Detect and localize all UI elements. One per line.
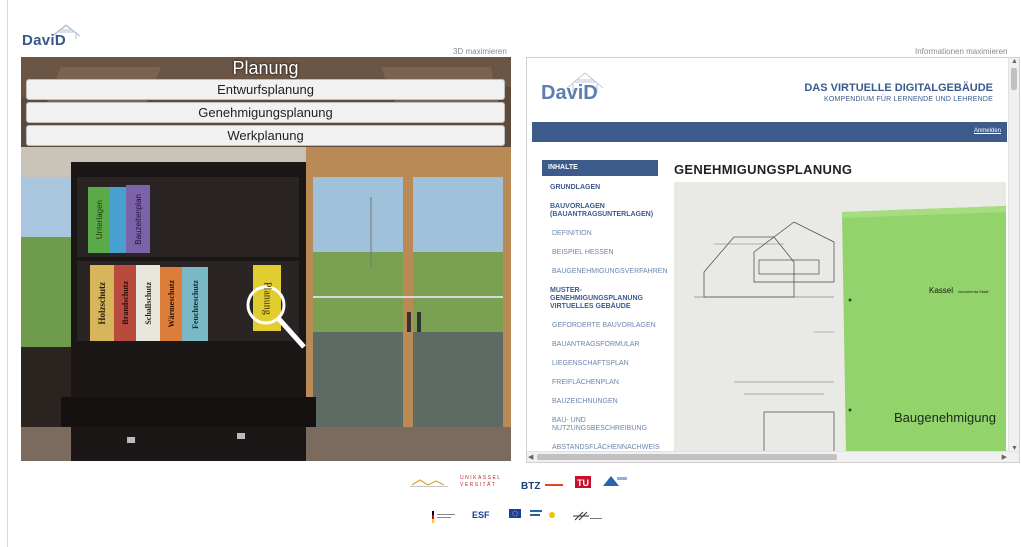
entwurfsplanung-button[interactable]: Entwurfsplanung [26, 79, 505, 100]
book-feuchteschutz[interactable]: Feuchteschutz [182, 267, 208, 341]
vertical-scroll-thumb[interactable] [1011, 68, 1017, 90]
btz-logo-text: BTZ [521, 481, 541, 492]
partner-logo-2-icon[interactable] [573, 510, 603, 522]
folder-city-small: documenta Stadt [958, 289, 989, 294]
sidebar-item-baugenehmigungsverfahren[interactable]: BAUGENEHMIGUNGSVERFAHREN [542, 268, 668, 276]
book-label: Unterlagen [94, 200, 104, 240]
book-holzschutz[interactable]: Holzschutz [90, 265, 114, 341]
book-label: Schallschutz [143, 281, 153, 325]
page-border [7, 0, 8, 547]
sidebar-item-bauvorlagen[interactable]: BAUVORLAGEN (BAUANTRAGSUNTERLAGEN) [542, 203, 658, 219]
book-label: Holzschutz [97, 281, 107, 325]
logo-text: DaviD [22, 32, 67, 49]
eu-flag-icon[interactable] [509, 509, 521, 518]
institute-logo-icon[interactable] [603, 475, 627, 487]
genehmigungsplanung-button[interactable]: Genehmigungsplanung [26, 102, 505, 123]
scroll-up-icon[interactable]: ▲ [1011, 58, 1018, 65]
book-brandschutz[interactable]: Brandschutz [114, 265, 136, 341]
sidebar-item-grundlagen[interactable]: GRUNDLAGEN [542, 184, 658, 192]
esf-logo[interactable]: ESF [472, 510, 490, 520]
uni-kassel-logo[interactable]: UNIKASSEL VERSITÄT [460, 475, 504, 489]
partner-logo-icon[interactable] [410, 478, 448, 488]
site-title-main: DAS VIRTUELLE DIGITALGEBÄUDE [804, 82, 993, 94]
book-label: Planung [261, 281, 273, 315]
planung-menu-title: Planung [232, 58, 299, 78]
3d-viewport[interactable]: Unterlagen Bauzeitenplan Holzschutz Bran… [21, 57, 511, 461]
site-navbar: Anmelden [532, 122, 1007, 142]
maximize-3d-link[interactable]: 3D maximieren [453, 47, 507, 56]
folder-city-label: Kassel documenta Stadt [929, 286, 989, 295]
book-label: Bauzeitenplan [133, 193, 143, 245]
book-label: Brandschutz [120, 281, 130, 325]
content-title: GENEHMIGUNGSPLANUNG [674, 162, 853, 177]
sidebar-item-freiflaechenplan[interactable]: FREIFLÄCHENPLAN [542, 379, 658, 387]
horizontal-scroll-thumb[interactable] [537, 454, 837, 460]
federal-ministry-logo-icon[interactable] [432, 511, 458, 523]
folder-label: Baugenehmigung [894, 410, 996, 425]
werkplanung-button[interactable]: Werkplanung [26, 125, 505, 146]
sidebar-item-geforderte-bauvorlagen[interactable]: GEFORDERTE BAUVORLAGEN [542, 322, 658, 330]
btz-underline [544, 483, 563, 486]
david-logo[interactable]: DaviD [20, 22, 90, 52]
book-unterlagen[interactable]: Unterlagen [88, 187, 110, 253]
contents-sidebar: INHALTE GRUNDLAGEN BAUVORLAGEN (BAUANTRA… [542, 160, 668, 462]
svg-text:TU: TU [577, 478, 589, 488]
site-header: DaviD DAS VIRTUELLE DIGITALGEBÄUDE KOMPE… [527, 58, 1007, 122]
folder-city: Kassel [929, 286, 954, 295]
book-schallschutz[interactable]: Schallschutz [136, 265, 160, 341]
site-subtitle: KOMPENDIUM FÜR LERNENDE UND LEHRENDE [824, 96, 993, 103]
sidebar-item-beispiel-hessen[interactable]: BEISPIEL HESSEN [542, 249, 658, 257]
sidebar-item-bauzeichnungen[interactable]: BAUZEICHNUNGEN [542, 398, 658, 406]
vertical-scrollbar[interactable]: ▲ ▼ [1008, 58, 1019, 452]
book-bauzeitenplan[interactable]: Bauzeitenplan [126, 185, 150, 253]
login-link[interactable]: Anmelden [974, 128, 1001, 134]
tu-logo-icon[interactable]: TU [575, 476, 591, 488]
maximize-info-link[interactable]: Informationen maximieren [915, 47, 1007, 56]
site-title: DAS VIRTUELLE DIGITALGEBÄUDE KOMPENDIUM … [804, 82, 993, 103]
sidebar-item-liegenschaftsplan[interactable]: LIEGENSCHAFTSPLAN [542, 360, 658, 368]
scroll-left-icon[interactable]: ◀ [528, 453, 533, 461]
btz-logo[interactable]: BTZ [521, 476, 563, 494]
site-logo[interactable]: DaviD [541, 82, 598, 105]
sidebar-item-bauantragsformular[interactable]: BAUANTRAGSFORMULAR [542, 341, 658, 349]
book-label: Feuchteschutz [190, 279, 200, 329]
document-photo: Kassel documenta Stadt Baugenehmigung [674, 182, 1006, 452]
sidebar-item-muster-genehmigungsplanung[interactable]: MUSTER-GENEHMIGUNGSPLANUNG VIRTUELLES GE… [542, 287, 658, 311]
sidebar-item-definition[interactable]: DEFINITION [542, 230, 658, 238]
scroll-right-icon[interactable]: ▶ [1002, 453, 1007, 461]
sidebar-item-bau-nutzungsbeschreibung[interactable]: BAU- UND NUTZUNGSBESCHREIBUNG [542, 417, 658, 433]
horizontal-scrollbar[interactable]: ◀ ▶ [527, 451, 1019, 462]
planung-menu: Planung Entwurfsplanung Genehmigungsplan… [26, 57, 505, 148]
sidebar-heading: INHALTE [542, 160, 658, 176]
european-union-logo-icon[interactable] [530, 509, 560, 521]
book-waermeschutz[interactable]: Wärmeschutz [160, 267, 182, 341]
info-panel[interactable]: DaviD DAS VIRTUELLE DIGITALGEBÄUDE KOMPE… [526, 57, 1020, 463]
book-planung[interactable]: Planung [253, 265, 281, 331]
book-label: Wärmeschutz [166, 280, 176, 328]
